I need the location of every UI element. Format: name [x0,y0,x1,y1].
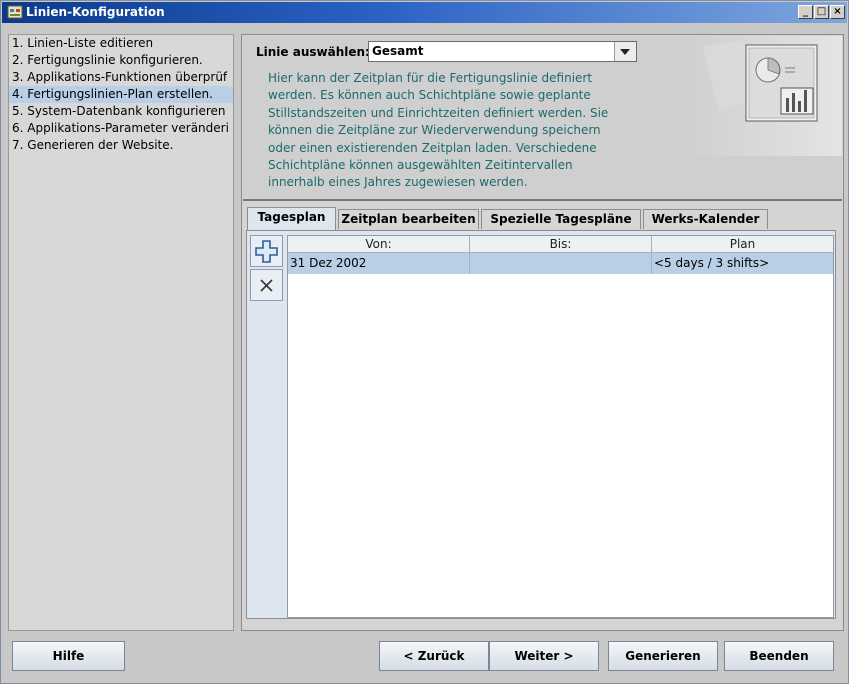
column-header-bis[interactable]: Bis: [470,236,652,253]
application-window: Linien-Konfiguration _ □ × 1. Linien-Lis… [0,0,849,684]
line-select-label: Linie auswählen: [256,45,370,59]
help-button[interactable]: Hilfe [12,641,125,671]
main-panel: Linie auswählen: Gesamt Hier kann der Ze… [241,34,844,631]
table-row[interactable]: 31 Dez 2002 <5 days / 3 shifts> [288,253,833,274]
finish-button[interactable]: Beenden [724,641,834,671]
tab-spezielle-tagesplaene[interactable]: Spezielle Tagespläne [481,209,641,229]
tab-tagesplan[interactable]: Tagesplan [247,207,336,230]
description-line: Hier kann der Zeitplan für die Fertigung… [268,71,593,85]
close-window-button[interactable]: × [830,5,845,19]
step-item-4[interactable]: 4. Fertigungslinien-Plan erstellen. [9,86,233,103]
footer-button-bar: Hilfe < Zurück Weiter > Generieren Beend… [1,637,850,683]
description-line: oder einen existierenden Zeitplan laden.… [268,140,597,155]
cell-bis[interactable] [470,253,652,274]
wizard-steps-list: 1. Linien-Liste editieren 2. Fertigungsl… [8,34,234,631]
schedule-table[interactable]: Von: Bis: Plan 31 Dez 2002 <5 days / 3 s… [287,235,834,618]
app-icon [7,5,23,19]
close-icon [260,279,273,292]
line-select-dropdown[interactable]: Gesamt [368,41,637,62]
description-text: Hier kann der Zeitplan für die Fertigung… [268,70,640,192]
tab-werks-kalender[interactable]: Werks-Kalender [643,209,768,229]
column-header-plan[interactable]: Plan [652,236,833,253]
description-line: innerhalb eines Jahres zugewiesen werden… [268,175,528,190]
cell-von[interactable]: 31 Dez 2002 [288,253,470,274]
maximize-button[interactable]: □ [814,5,829,19]
add-row-button[interactable] [250,235,283,267]
step-item-6[interactable]: 6. Applikations-Parameter veränderi [9,120,233,137]
column-header-von[interactable]: Von: [288,236,470,253]
step-item-1[interactable]: 1. Linien-Liste editieren [9,35,233,52]
delete-row-button[interactable] [250,269,283,301]
step-item-2[interactable]: 2. Fertigungslinie konfigurieren. [9,52,233,69]
back-button[interactable]: < Zurück [379,641,489,671]
step-item-3[interactable]: 3. Applikations-Funktionen überprüf [9,69,233,86]
step-item-7[interactable]: 7. Generieren der Website. [9,137,233,154]
description-line: Schichtpläne können ausgewählten Zeitint… [268,158,573,173]
step-item-5[interactable]: 5. System-Datenbank konfigurieren [9,103,233,120]
description-line: können die Zeitpläne zur Wiederverwendun… [268,123,601,138]
minimize-button[interactable]: _ [798,5,813,19]
title-bar[interactable]: Linien-Konfiguration _ □ × [2,2,847,23]
description-line: Stillstandszeiten und Einrichtzeiten def… [268,105,609,120]
decorative-chart-icon [683,36,842,156]
header-panel: Linie auswählen: Gesamt Hier kann der Ze… [243,36,842,201]
next-button[interactable]: Weiter > [489,641,599,671]
tab-zeitplan-bearbeiten[interactable]: Zeitplan bearbeiten [338,209,479,229]
generate-button[interactable]: Generieren [608,641,718,671]
chevron-down-icon[interactable] [614,42,636,61]
window-title: Linien-Konfiguration [26,5,165,19]
cell-plan[interactable]: <5 days / 3 shifts> [652,253,833,274]
tab-content-panel: Von: Bis: Plan 31 Dez 2002 <5 days / 3 s… [246,230,836,619]
line-select-value: Gesamt [372,44,424,58]
description-line: werden. Es können auch Schichtpläne sowi… [268,88,591,103]
plus-icon [255,240,278,263]
